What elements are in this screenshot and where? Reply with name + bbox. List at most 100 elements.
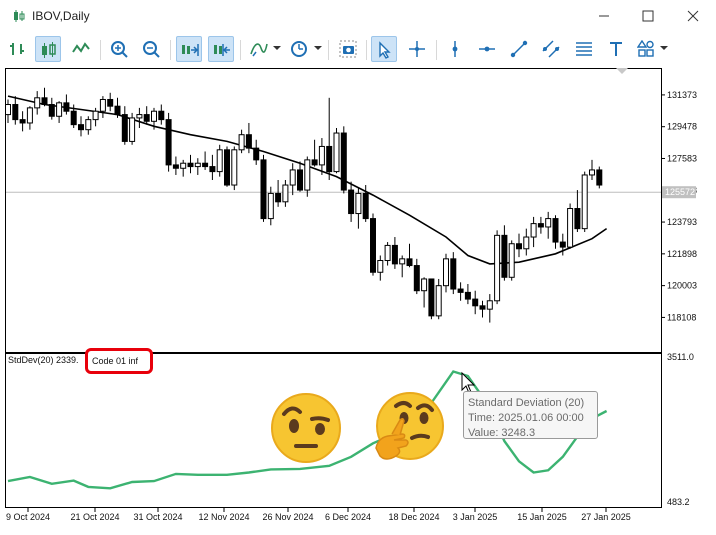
autoscroll-icon[interactable]: [176, 36, 202, 62]
candlestick-chart-icon[interactable]: [35, 36, 61, 62]
trend-line-icon[interactable]: [506, 36, 532, 62]
candle-body: [326, 145, 333, 173]
candle-body: [304, 159, 311, 191]
candle-body: [494, 234, 501, 302]
indicator-scale-bottom: 483.2: [667, 497, 690, 507]
date-axis: 9 Oct 2024 21 Oct 2024 31 Oct 2024 12 Nov 2…: [6, 508, 631, 522]
code-text: Code 01 inf: [92, 356, 139, 366]
shapes-dropdown-icon[interactable]: [660, 46, 668, 50]
candle-body: [450, 258, 457, 290]
candle-body: [377, 260, 384, 273]
date-label: 27 Jan 2025: [581, 512, 631, 522]
periods-dropdown-icon[interactable]: [314, 46, 322, 50]
candle-body: [194, 162, 201, 168]
window-title-bar: IBOV,Daily: [0, 0, 716, 32]
equidistant-channel-icon[interactable]: [538, 36, 564, 62]
candle-body: [297, 169, 303, 191]
chart-shift-marker[interactable]: [616, 68, 628, 74]
candle-body: [158, 110, 165, 121]
candle-body: [530, 223, 537, 238]
horizontal-line-icon[interactable]: [474, 36, 500, 62]
candle-body: [48, 104, 55, 117]
candle-body: [472, 298, 479, 307]
chart-area[interactable]: 1313731294781275831256881237931218981200…: [0, 68, 716, 530]
bar-chart-icon[interactable]: [4, 36, 30, 62]
candle-body: [151, 110, 157, 122]
candle-body: [464, 291, 471, 300]
candle-body: [99, 98, 106, 112]
candle-body: [202, 162, 209, 168]
date-label: 9 Oct 2024: [6, 512, 50, 522]
screenshot-icon[interactable]: [335, 36, 361, 62]
candle-body: [114, 105, 121, 116]
tooltip-title: Standard Deviation (20): [468, 397, 585, 409]
candle-body: [5, 104, 11, 116]
candle-body: [552, 218, 559, 243]
candle-body: [545, 218, 552, 228]
date-label: 12 Nov 2024: [198, 512, 249, 522]
candle-body: [413, 265, 420, 292]
indicators-icon[interactable]: [246, 36, 272, 62]
current-price-text: 125572: [665, 187, 695, 197]
candle-body: [70, 110, 77, 126]
price-label: 121898: [667, 249, 697, 259]
vertical-line-icon[interactable]: [442, 36, 468, 62]
candle-body: [399, 258, 406, 265]
indicators-dropdown-icon[interactable]: [273, 46, 281, 50]
candle-body: [333, 132, 340, 173]
candle-body: [282, 184, 289, 203]
candle-body: [501, 234, 508, 278]
candle-body: [56, 102, 63, 117]
candlestick-chart-icon: [12, 9, 26, 28]
chart-svg[interactable]: 1313731294781275831256881237931218981200…: [0, 68, 716, 530]
date-label: 21 Oct 2024: [70, 512, 119, 522]
candle-body: [523, 236, 530, 250]
candle-body: [165, 119, 172, 166]
candle-body: [428, 278, 435, 317]
price-label: 123793: [667, 217, 697, 227]
price-label: 129478: [667, 122, 697, 132]
candle-body: [172, 164, 179, 169]
candle-body: [348, 189, 355, 215]
candle-body: [479, 305, 486, 310]
minimize-icon[interactable]: [594, 6, 614, 26]
cursor-icon[interactable]: [371, 36, 397, 62]
candle-body: [92, 110, 99, 121]
indicator-label: StdDev(20) 2339.: [8, 355, 79, 365]
candle-body: [275, 192, 282, 203]
indicator-scale-top: 3511.0: [667, 352, 694, 362]
candle-body: [107, 98, 114, 107]
shapes-icon[interactable]: [633, 36, 659, 62]
price-label: 127583: [667, 153, 697, 163]
date-label: 31 Oct 2024: [133, 512, 182, 522]
candle-body: [581, 174, 588, 230]
crosshair-icon[interactable]: [404, 36, 430, 62]
periods-icon[interactable]: [286, 36, 312, 62]
text-icon[interactable]: [603, 36, 629, 62]
candle-body: [362, 192, 369, 220]
candle-body: [267, 192, 274, 220]
zoom-out-icon[interactable]: [138, 36, 164, 62]
candle-body: [209, 166, 216, 173]
candle-body: [34, 97, 41, 109]
zoom-in-icon[interactable]: [106, 36, 132, 62]
code-highlight-box: Code 01 inf: [85, 348, 153, 374]
candle-body: [216, 149, 223, 173]
candle-body: [567, 208, 574, 248]
candle-body: [311, 159, 318, 166]
candle-body: [63, 102, 70, 112]
chart-shift-icon[interactable]: [208, 36, 234, 62]
window-title: IBOV,Daily: [32, 9, 90, 23]
candle-body: [340, 132, 347, 191]
candle-body: [121, 114, 128, 142]
candle-body: [355, 192, 362, 215]
candle-body: [260, 159, 267, 220]
line-chart-icon[interactable]: [68, 36, 94, 62]
tooltip-time: Time: 2025.01.06 00:00: [468, 412, 584, 424]
date-label: 18 Dec 2024: [388, 512, 439, 522]
fibonacci-icon[interactable]: [571, 36, 597, 62]
maximize-icon[interactable]: [638, 6, 658, 26]
close-icon[interactable]: [683, 6, 703, 26]
candle-body: [370, 218, 376, 273]
candle-body: [435, 285, 442, 317]
